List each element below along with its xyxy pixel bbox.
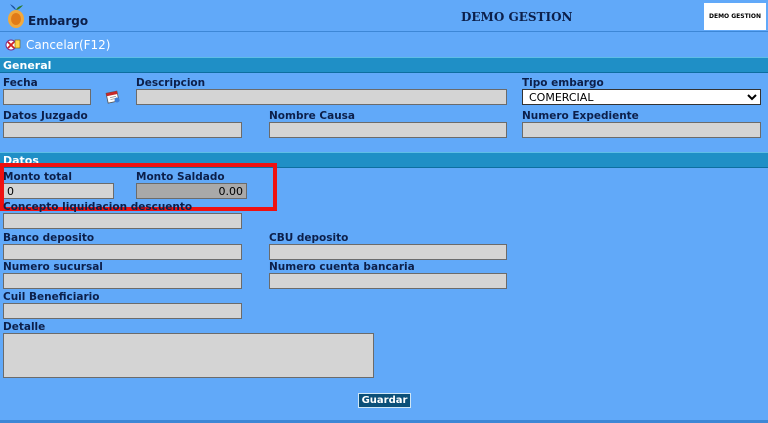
nombre-causa-label: Nombre Causa (269, 110, 356, 122)
monto-total-label: Monto total (3, 171, 72, 183)
calendar-icon[interactable] (105, 88, 121, 104)
datos-juzgado-input[interactable] (3, 122, 242, 138)
save-button[interactable]: Guardar (358, 393, 411, 408)
header-title: DEMO GESTION (461, 10, 573, 24)
fecha-label: Fecha (3, 77, 38, 89)
monto-saldado-label: Monto Saldado (136, 171, 225, 183)
numero-expediente-input[interactable] (522, 122, 761, 138)
cbu-deposito-input[interactable] (269, 244, 507, 260)
fecha-input[interactable] (3, 89, 91, 105)
detalle-textarea[interactable] (3, 333, 374, 378)
app-header: Embargo DEMO GESTION DEMO GESTION (0, 0, 768, 32)
banco-deposito-label: Banco deposito (3, 232, 95, 244)
descripcion-input[interactable] (136, 89, 507, 105)
cancel-button[interactable]: Cancelar(F12) (5, 36, 110, 54)
app-title: Embargo (28, 14, 89, 28)
concepto-label: Concepto liquidacion descuento (3, 201, 193, 213)
tipo-embargo-label: Tipo embargo (522, 77, 604, 89)
datos-juzgado-label: Datos Juzgado (3, 110, 88, 122)
banco-deposito-input[interactable] (3, 244, 242, 260)
cbu-deposito-label: CBU deposito (269, 232, 349, 244)
cancel-icon (5, 39, 21, 51)
numero-expediente-label: Numero Expediente (522, 110, 639, 122)
descripcion-label: Descripcion (136, 77, 206, 89)
section-datos-header: Datos (0, 152, 768, 168)
cuil-beneficiario-label: Cuil Beneficiario (3, 291, 100, 303)
cuil-beneficiario-input[interactable] (3, 303, 242, 319)
numero-sucursal-label: Numero sucursal (3, 261, 103, 273)
monto-total-input[interactable] (3, 183, 114, 199)
numero-cuenta-input[interactable] (269, 273, 507, 289)
detalle-label: Detalle (3, 321, 46, 333)
monto-saldado-input (136, 183, 247, 199)
section-general-header: General (0, 57, 768, 73)
concepto-input[interactable] (3, 213, 242, 229)
toolbar: Cancelar(F12) (0, 33, 768, 57)
numero-cuenta-label: Numero cuenta bancaria (269, 261, 415, 273)
brand-logo: DEMO GESTION (704, 3, 766, 30)
numero-sucursal-input[interactable] (3, 273, 242, 289)
nombre-causa-input[interactable] (269, 122, 507, 138)
tipo-embargo-select[interactable]: COMERCIAL (522, 89, 761, 105)
app-logo-icon (8, 4, 24, 28)
cancel-button-label: Cancelar(F12) (26, 38, 111, 52)
